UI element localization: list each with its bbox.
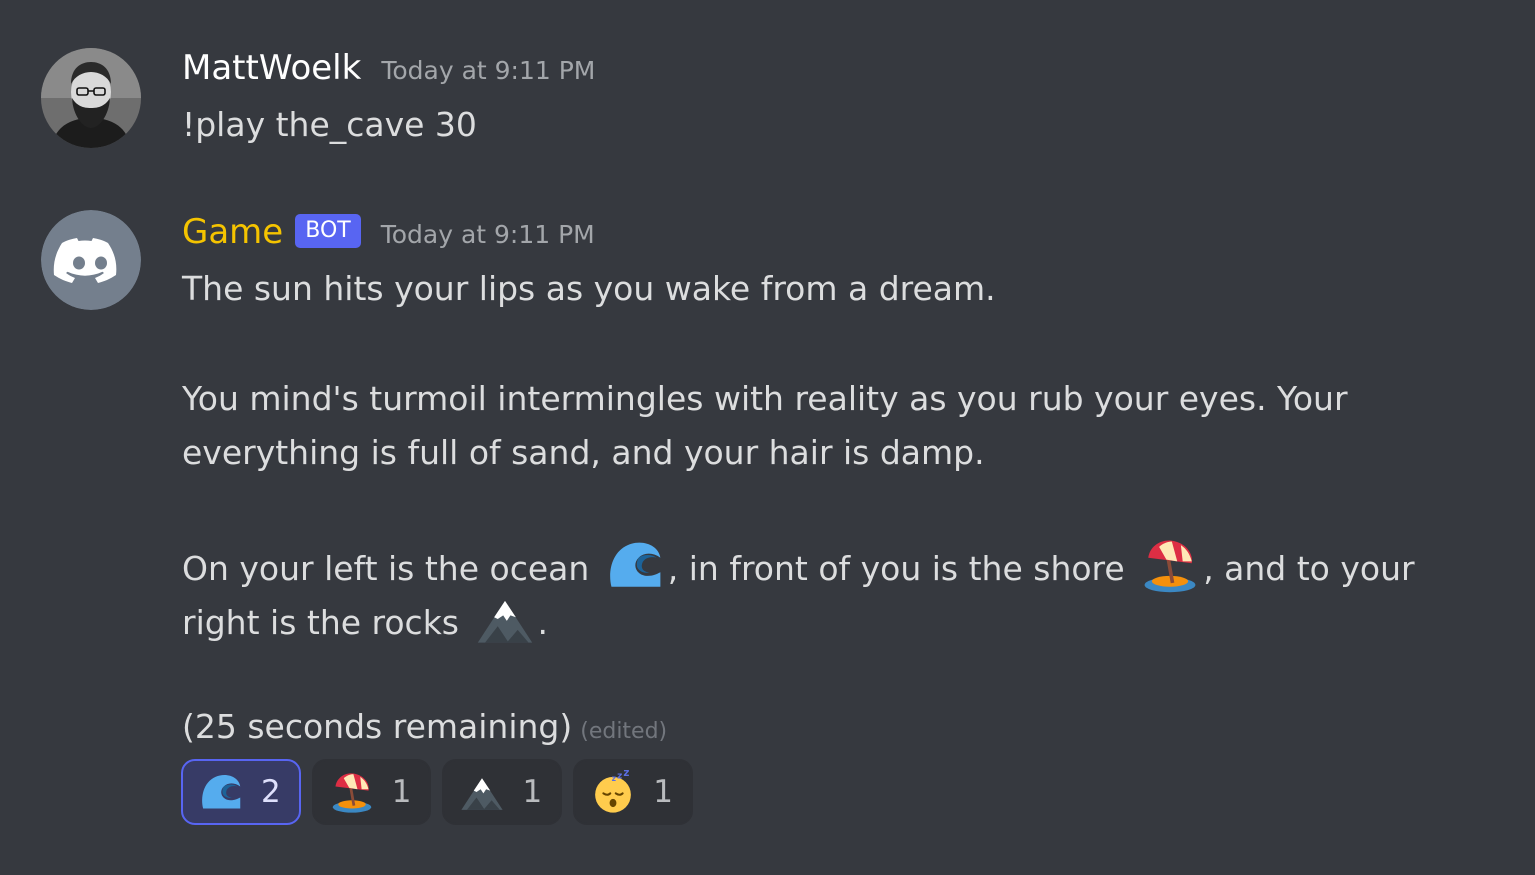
countdown-text: (25 seconds remaining)	[182, 707, 573, 746]
reaction-count: 2	[261, 774, 281, 810]
chat-messages: MattWoelk Today at 9:11 PM !play the_cav…	[0, 0, 1535, 875]
message-line: (25 seconds remaining) (edited)	[182, 700, 1415, 754]
ocean-wave-emoji-icon	[199, 770, 243, 814]
message-header: MattWoelk Today at 9:11 PM	[182, 48, 595, 88]
text-segment: On your left is the ocean	[182, 549, 600, 588]
bot-username[interactable]: Game	[182, 212, 283, 252]
snow-capped-mountain-emoji-icon[interactable]	[476, 590, 534, 648]
message-content: The sun hits your lips as you wake from …	[182, 262, 1415, 754]
reaction-count: 1	[653, 774, 673, 810]
text-segment: , and to your	[1203, 549, 1415, 588]
text-segment: , in front of you is the shore	[667, 549, 1136, 588]
message-line: everything is full of sand, and your hai…	[182, 433, 985, 472]
text-segment: right is the rocks	[182, 603, 470, 642]
reaction-snow-capped-mountain[interactable]: 1	[442, 759, 563, 825]
reaction-sleeping-face[interactable]: 1	[573, 759, 693, 825]
message-text: !play the_cave 30	[182, 105, 477, 144]
user-avatar[interactable]	[41, 48, 141, 148]
sleeping-face-emoji-icon	[591, 770, 635, 814]
message-header: Game BOT Today at 9:11 PM	[182, 212, 595, 254]
message-line: right is the rocks .	[182, 590, 1415, 644]
message-line: You mind's turmoil intermingles with rea…	[182, 379, 1348, 418]
edited-label[interactable]: (edited)	[580, 719, 667, 744]
reactions-bar: 2 1 1 1	[181, 759, 704, 825]
text-segment: .	[537, 603, 549, 642]
reaction-count: 1	[391, 774, 412, 810]
message-content: !play the_cave 30	[182, 98, 477, 152]
timestamp[interactable]: Today at 9:11 PM	[381, 56, 595, 85]
username[interactable]: MattWoelk	[182, 48, 361, 88]
message-line: On your left is the ocean , in front of …	[182, 536, 1415, 590]
reaction-beach-umbrella[interactable]: 1	[311, 759, 432, 825]
beach-umbrella-emoji-icon	[330, 770, 374, 814]
bot-badge: BOT	[295, 214, 361, 248]
reaction-ocean-wave[interactable]: 2	[181, 759, 301, 825]
ocean-wave-emoji-icon[interactable]	[606, 536, 664, 594]
snow-capped-mountain-emoji-icon	[460, 770, 504, 814]
bot-avatar[interactable]	[41, 210, 141, 310]
timestamp[interactable]: Today at 9:11 PM	[381, 220, 595, 249]
reaction-count: 1	[522, 774, 543, 810]
beach-umbrella-emoji-icon[interactable]	[1141, 536, 1199, 594]
message-line: The sun hits your lips as you wake from …	[182, 269, 996, 308]
